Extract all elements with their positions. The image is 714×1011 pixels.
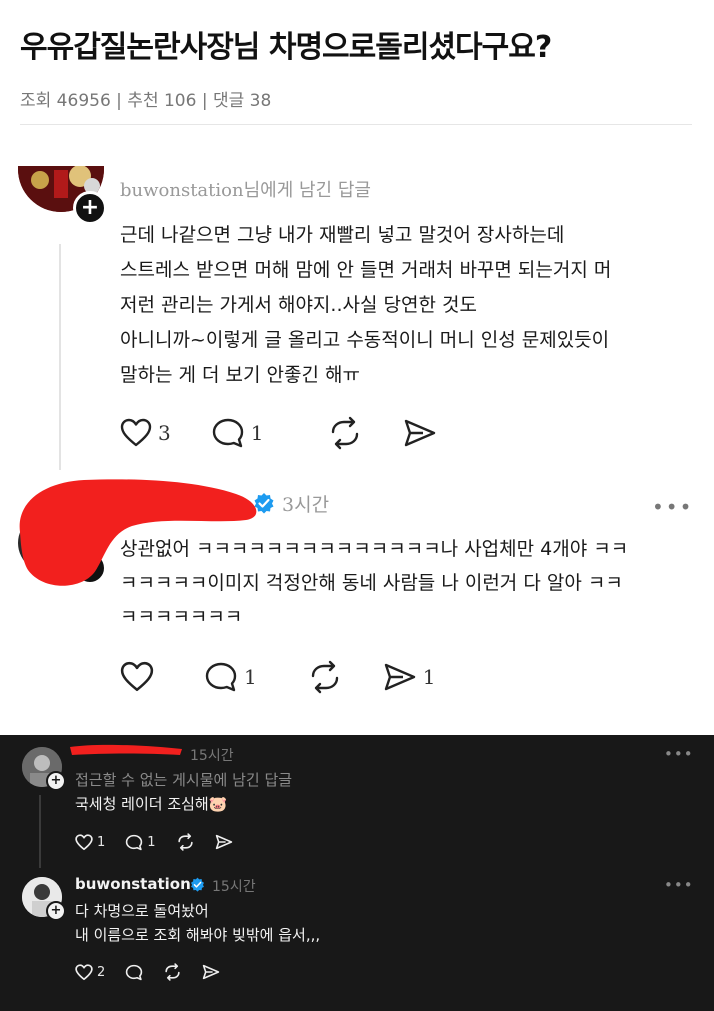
like-button[interactable]: 2 — [75, 963, 106, 981]
timestamp: 15시간 — [212, 879, 256, 895]
follow-plus-icon[interactable]: + — [73, 191, 107, 225]
heart-icon — [120, 418, 152, 447]
comment-text: 국세청 레이더 조심해🐷 — [75, 795, 228, 813]
repost-icon — [311, 660, 338, 694]
reply-count: 1 — [250, 421, 264, 445]
follow-plus-icon[interactable]: + — [46, 771, 66, 791]
share-button[interactable] — [215, 834, 233, 850]
like-button[interactable]: 1 — [75, 833, 106, 851]
embedded-thread-screenshot: + 15시간 ••• 접근할 수 없는 게시물에 남긴 답글 국세청 레이더 조… — [0, 735, 714, 1011]
comment-bubble-icon — [205, 662, 237, 692]
repost-button[interactable] — [176, 833, 195, 851]
comment-line: 아니니까~이렇게 글 올리고 수동적이니 머니 인성 문제있듯이 — [120, 329, 610, 351]
comment-line: 저런 관리는 가게서 해야지..사실 당연한 것도 — [120, 294, 477, 316]
header-divider — [20, 124, 692, 125]
reply-to-label: 접근할 수 없는 게시물에 남긴 답글 — [75, 771, 293, 789]
comment-line: ㅋㅋㅋㅋㅋㅋㅋ — [120, 606, 243, 628]
comment-text: 근데 나같으면 그냥 내가 재빨리 넣고 말것어 장사하는데 스트레스 받으면 … — [120, 218, 700, 393]
comment-line: 근데 나같으면 그냥 내가 재빨리 넣고 말것어 장사하는데 — [120, 224, 565, 246]
more-options-icon[interactable]: ••• — [664, 876, 694, 894]
comment-bubble-icon — [126, 834, 143, 850]
like-button[interactable]: 3 — [120, 418, 171, 448]
timestamp: 3시간 — [282, 494, 330, 516]
username[interactable]: buwonstation — [75, 875, 191, 893]
reply-button[interactable] — [125, 964, 143, 981]
post-stats: 조회 46956 | 추천 106 | 댓글 38 — [20, 91, 272, 111]
share-button[interactable] — [403, 418, 437, 448]
repost-button[interactable] — [327, 416, 363, 450]
heart-icon — [75, 833, 93, 850]
thread-line — [39, 795, 41, 868]
verified-badge-icon — [254, 493, 274, 514]
comment-line: 내 이름으로 조회 해봐야 빚밖에 읍서,,, — [75, 926, 321, 944]
reply-button[interactable]: 1 — [204, 661, 257, 693]
share-button[interactable] — [202, 964, 220, 980]
more-options-icon[interactable]: ••• — [652, 495, 693, 519]
like-count: 2 — [97, 964, 106, 980]
share-button[interactable]: 1 — [383, 662, 436, 692]
comment-actions: 1 1 — [75, 833, 253, 851]
comment-actions: 2 — [75, 963, 240, 981]
like-count: 1 — [97, 834, 106, 850]
comment-line: 말하는 게 더 보기 안좋긴 해ㅠ — [120, 364, 360, 386]
timestamp: 15시간 — [190, 748, 234, 764]
comment-bubble-icon — [212, 418, 243, 448]
repost-icon — [165, 963, 180, 981]
like-count: 3 — [158, 421, 171, 445]
repost-button[interactable] — [163, 963, 182, 981]
repost-icon — [332, 416, 359, 450]
post-title: 우유갑질논란사장님 차명으로돌리셨다구요? — [20, 30, 552, 65]
reply-count: 1 — [244, 665, 257, 689]
comment-text: 상관없어 ㅋㅋㅋㅋㅋㅋㅋㅋㅋㅋㅋㅋㅋㅋ나 사업체만 4개야 ㅋㅋ ㅋㅋㅋㅋㅋ이미… — [120, 532, 700, 634]
heart-icon — [75, 963, 93, 980]
reply-count: 1 — [147, 834, 156, 850]
follow-plus-icon[interactable]: + — [46, 901, 66, 921]
comment-bubble-icon — [126, 964, 143, 980]
comment-actions: 1 1 — [120, 660, 475, 694]
comment-line: 다 차명으로 돌여놨어 — [75, 902, 209, 920]
share-count: 1 — [422, 665, 436, 689]
send-icon — [405, 419, 436, 447]
reply-to-label: buwonstation님에게 남긴 답글 — [120, 180, 371, 201]
send-icon — [384, 663, 415, 691]
comment-line: 상관없어 ㅋㅋㅋㅋㅋㅋㅋㅋㅋㅋㅋㅋㅋㅋ나 사업체만 4개야 ㅋㅋ — [120, 538, 629, 560]
verified-badge-icon — [191, 877, 204, 892]
send-icon — [215, 834, 232, 850]
reply-button[interactable]: 1 — [125, 834, 156, 851]
more-options-icon[interactable]: ••• — [664, 745, 694, 763]
repost-button[interactable] — [307, 660, 343, 694]
comment-line: 스트레스 받으면 머해 맘에 안 들면 거래처 바꾸면 되는거지 머 — [120, 259, 612, 281]
comment-line: ㅋㅋㅋㅋㅋ이미지 걱정안해 동네 사람들 나 이런거 다 알아 ㅋㅋ — [120, 572, 623, 594]
like-button[interactable] — [120, 661, 154, 693]
reply-button[interactable]: 1 — [211, 417, 264, 449]
send-icon — [203, 964, 220, 980]
heart-icon — [120, 661, 154, 692]
redaction-mark — [70, 744, 182, 755]
repost-icon — [177, 833, 193, 851]
comment-actions: 3 1 — [120, 416, 477, 450]
thread-line — [59, 244, 61, 470]
